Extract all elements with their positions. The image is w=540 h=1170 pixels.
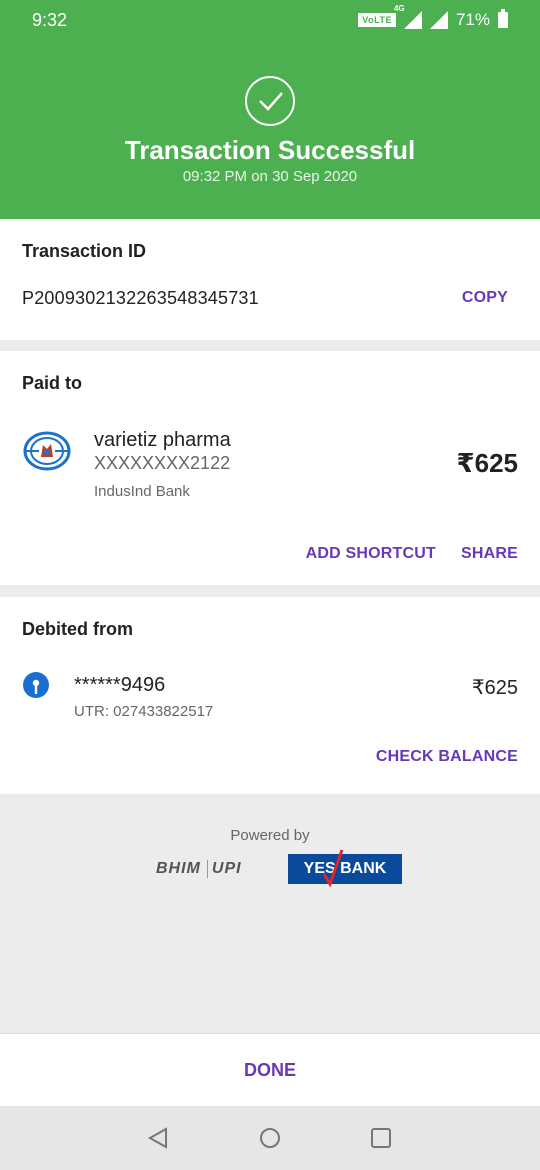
debit-amount: ₹625 [471,677,518,699]
mobile-signal-icon: 4G [394,4,422,29]
status-icons: VoLTE 4G 71% [358,4,508,30]
yes-bank-tick-icon [322,849,344,888]
volte-icon: VoLTE [358,13,396,27]
status-time: 9:32 [32,9,68,30]
utr-number: UTR: 027433822517 [74,703,214,720]
home-icon[interactable] [258,1126,282,1150]
yes-bank-label: YES BANK [303,860,387,877]
wifi-signal-icon [429,11,448,29]
transaction-timestamp: 09:32 PM on 30 Sep 2020 [182,168,358,185]
paid-to-card: Paid to varietiz pharma XXXXXXXX2122 Ind… [0,351,540,585]
copy-button[interactable]: COPY [462,289,508,307]
merchant-account: XXXXXXXX2122 [94,453,231,473]
upi-logo: UPI [206,860,242,878]
bhim-logo: BHIM [156,860,201,877]
merchant-bank: IndusInd Bank [94,483,190,500]
battery-icon [498,9,508,28]
merchant-name: varietiz pharma [94,429,231,451]
back-icon[interactable] [146,1126,170,1150]
recents-icon[interactable] [369,1126,393,1150]
page-title: Transaction Successful [124,135,416,165]
transaction-id-card: Transaction ID P2009302132263548345731 C… [0,219,540,340]
transaction-id-value: P2009302132263548345731 [22,288,259,308]
check-icon [245,76,295,126]
partner-logos: BHIM UPI YES BANK [156,849,402,888]
add-shortcut-button[interactable]: ADD SHORTCUT [306,545,436,563]
merchant-logo-icon [23,431,71,471]
paid-amount: ₹625 [456,448,518,478]
done-button[interactable]: DONE [244,1060,296,1081]
navigation-bar [0,1106,540,1170]
success-header: Transaction Successful 09:32 PM on 30 Se… [0,40,540,219]
done-bar: DONE [0,1033,540,1106]
debit-account: ******9496 [74,674,166,696]
transaction-id-heading: Transaction ID [22,241,147,261]
powered-by-label: Powered by [230,827,310,844]
debited-from-heading: Debited from [22,619,134,639]
battery-percent: 71% [455,10,490,29]
debited-from-card: Debited from ******9496 UTR: 02743382251… [0,597,540,794]
sbi-bank-icon [23,672,49,698]
paid-to-heading: Paid to [22,373,83,393]
network-type-label: 4G [393,4,405,13]
status-bar: 9:32 VoLTE 4G 71% [0,0,540,40]
share-button[interactable]: SHARE [461,545,518,563]
yes-bank-logo: YES BANK [288,849,402,888]
check-balance-button[interactable]: CHECK BALANCE [376,748,518,766]
